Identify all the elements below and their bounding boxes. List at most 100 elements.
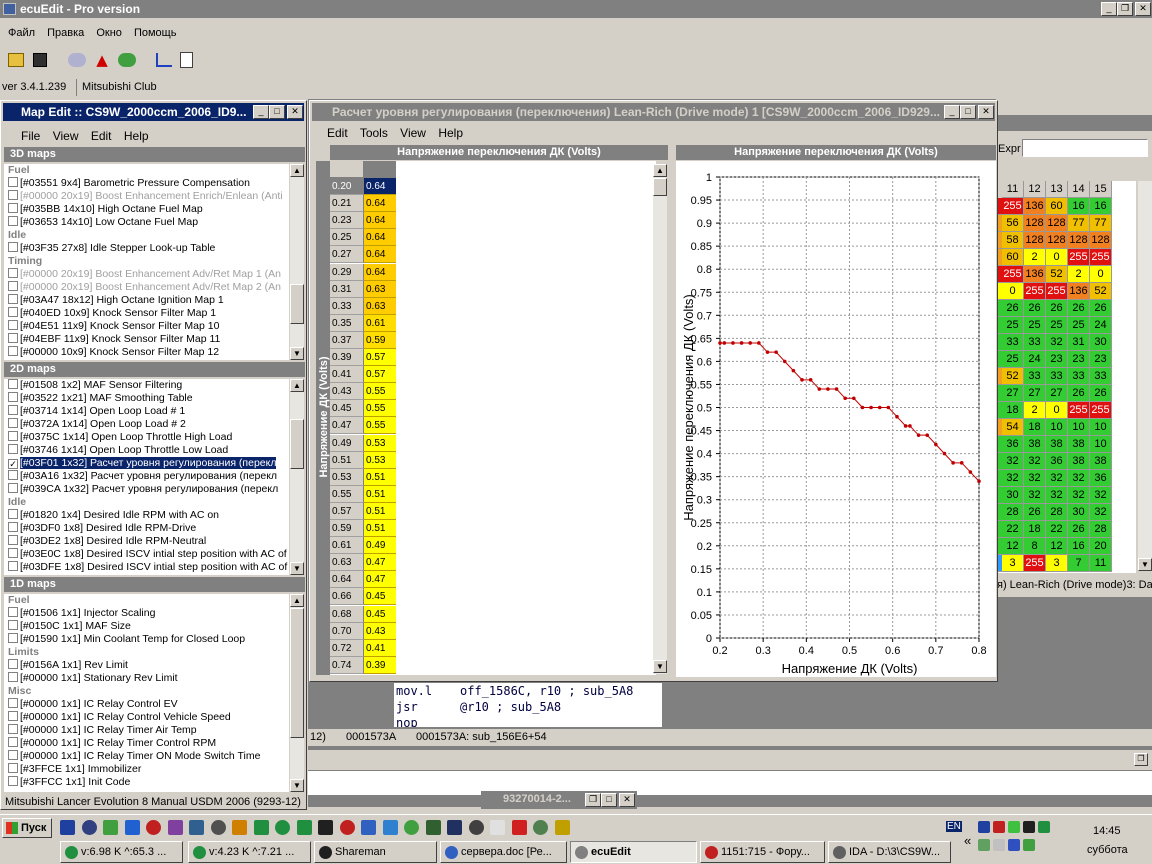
map-list-item[interactable]: [#04EBF 11x9] Knock Sensor Filter Map 11 <box>4 333 289 346</box>
hex-cell[interactable]: 28 <box>1002 504 1024 521</box>
xml-icon[interactable] <box>180 52 193 68</box>
map-checkbox[interactable] <box>8 483 18 493</box>
map-checkbox[interactable] <box>8 392 18 402</box>
map-list-item[interactable]: [#03DE2 1x8] Desired Idle RPM-Neutral <box>4 535 289 548</box>
hex-cell[interactable]: 32 <box>1024 487 1046 504</box>
map-list-item[interactable]: [#03522 1x21] MAF Smoothing Table <box>4 392 289 405</box>
hex-cell[interactable]: 38 <box>1046 436 1068 453</box>
map-list-item[interactable]: [#00000 1x1] IC Relay Control Vehicle Sp… <box>4 711 289 724</box>
hex-cell[interactable]: 31 <box>1068 334 1090 351</box>
quick-launch-icon[interactable] <box>447 820 462 835</box>
hex-cell[interactable]: 10 <box>1090 419 1112 436</box>
tray-icon[interactable] <box>978 839 990 851</box>
hex-cell[interactable]: 26 <box>1068 521 1090 538</box>
hex-cell[interactable]: 8 <box>1024 538 1046 555</box>
hex-cell[interactable]: 18 <box>1024 419 1046 436</box>
hex-cell[interactable]: 136 <box>1068 283 1090 300</box>
hex-cell[interactable]: 0 <box>1090 266 1112 283</box>
quick-launch-icon[interactable] <box>361 820 376 835</box>
table-cell[interactable]: 0.51 <box>364 468 396 486</box>
section-2d-maps[interactable]: 2D maps <box>4 362 305 377</box>
hex-cell[interactable]: 136 <box>1024 198 1046 215</box>
hex-cell[interactable]: 38 <box>1068 453 1090 470</box>
map-list-item[interactable]: [#04E51 11x9] Knock Sensor Filter Map 10 <box>4 320 289 333</box>
map-checkbox[interactable] <box>8 470 18 480</box>
table-cell[interactable]: 0.47 <box>364 571 396 589</box>
hex-cell[interactable]: 26 <box>1090 300 1112 317</box>
table-cell[interactable]: 0.64 <box>364 263 396 281</box>
minimized-close[interactable]: ✕ <box>619 793 635 807</box>
hex-cell[interactable]: 10 <box>1090 436 1112 453</box>
open-folder-icon[interactable] <box>8 53 24 67</box>
section-1d-maps[interactable]: 1D maps <box>4 577 305 592</box>
hex-cell[interactable]: 33 <box>1090 368 1112 385</box>
hex-cell[interactable]: 26 <box>1090 385 1112 402</box>
expr-input[interactable] <box>1022 139 1148 157</box>
tray-icon[interactable] <box>978 821 990 833</box>
hex-cell[interactable]: 23 <box>1046 351 1068 368</box>
minimized-restore[interactable]: ❐ <box>585 793 601 807</box>
table-cell[interactable]: 0.39 <box>364 656 396 674</box>
map-checkbox[interactable] <box>8 607 18 617</box>
language-indicator[interactable]: EN <box>946 821 962 832</box>
scrollbar-3d[interactable]: ▲ ▼ <box>290 164 304 360</box>
map-list-item[interactable]: [#03DF0 1x8] Desired Idle RPM-Drive <box>4 522 289 535</box>
quick-launch-icon[interactable] <box>468 820 484 835</box>
hex-cell[interactable]: 128 <box>1046 232 1068 249</box>
hex-cell[interactable]: 23 <box>1090 351 1112 368</box>
hex-cell[interactable]: 255 <box>1090 249 1112 266</box>
map-list-item[interactable]: [#03653 14x10] Low Octane Fuel Map <box>4 216 289 229</box>
minimized-max[interactable]: □ <box>601 793 617 807</box>
hex-cell[interactable]: 128 <box>1090 232 1112 249</box>
chart-window-close[interactable]: ✕ <box>978 105 994 119</box>
hex-cell[interactable]: 33 <box>1024 368 1046 385</box>
scrollbar-1d[interactable]: ▲ ▼ <box>290 594 304 792</box>
hex-cell[interactable]: 255 <box>1002 198 1024 215</box>
table-cell[interactable]: 0.63 <box>364 297 396 315</box>
hex-cell[interactable]: 33 <box>1068 368 1090 385</box>
hex-cell[interactable]: 25 <box>1046 317 1068 334</box>
hex-cell[interactable]: 26 <box>1002 300 1024 317</box>
table-cell[interactable]: 0.51 <box>364 520 396 537</box>
hex-cell[interactable]: 11 <box>1090 555 1112 572</box>
quick-launch-icon[interactable] <box>253 820 269 835</box>
map-list-item[interactable]: [#00000 10x9] Knock Sensor Filter Map 12 <box>4 346 289 359</box>
minimized-window[interactable]: 93270014-2... ❐ □ ✕ <box>481 791 637 809</box>
quick-launch-icon[interactable] <box>382 820 398 835</box>
taskbar-button[interactable]: IDA - D:\3\CS9W... <box>828 841 951 863</box>
hex-cell[interactable]: 33 <box>1002 334 1024 351</box>
table-cell[interactable]: 0.64 <box>364 195 396 213</box>
map-list-item[interactable]: [#00000 1x1] IC Relay Timer Air Temp <box>4 724 289 737</box>
chart-menu-tools[interactable]: Tools <box>360 126 388 140</box>
map-list-item[interactable]: [#03A16 1x32] Расчет уровня регулировани… <box>4 470 289 483</box>
hex-cell[interactable]: 32 <box>1046 470 1068 487</box>
quick-launch-icon[interactable] <box>339 820 355 835</box>
map-list-item[interactable]: [#00000 20x19] Boost Enhancement Adv/Ret… <box>4 281 289 294</box>
map-checkbox[interactable] <box>8 672 18 682</box>
hex-cell[interactable]: 22 <box>1002 521 1024 538</box>
tray-icon[interactable] <box>1023 821 1035 833</box>
hex-cell[interactable]: 255 <box>1002 266 1024 283</box>
save-icon[interactable] <box>33 53 47 67</box>
hex-cell[interactable]: 136 <box>1024 266 1046 283</box>
tray-icon[interactable] <box>1008 821 1020 833</box>
table-cell[interactable]: 0.64 <box>364 246 396 264</box>
scrollbar-2d[interactable]: ▲ ▼ <box>290 379 304 575</box>
hex-cell[interactable]: 255 <box>1046 283 1068 300</box>
hex-cell[interactable]: 33 <box>1046 368 1068 385</box>
chart-menu-view[interactable]: View <box>400 126 426 140</box>
quick-launch-icon[interactable] <box>60 820 75 835</box>
map-checkbox[interactable] <box>8 216 18 226</box>
table-cell[interactable]: 0.45 <box>364 588 396 606</box>
quick-launch-icon[interactable] <box>554 820 570 835</box>
table-scrollbar[interactable]: ▲ ▼ <box>653 164 667 674</box>
hex-cell[interactable]: 24 <box>1090 317 1112 334</box>
map-list-item[interactable]: [#03F35 27x8] Idle Stepper Look-up Table <box>4 242 289 255</box>
table-cell[interactable]: 0.57 <box>364 349 396 366</box>
map-list-item[interactable]: [#01508 1x2] MAF Sensor Filtering <box>4 379 289 392</box>
hex-cell[interactable]: 16 <box>1090 198 1112 215</box>
hex-cell[interactable]: 0 <box>1046 402 1068 419</box>
table-cell[interactable]: 0.59 <box>364 331 396 349</box>
hex-cell[interactable]: 0 <box>1002 283 1024 300</box>
table-cell[interactable]: 0.63 <box>364 280 396 298</box>
